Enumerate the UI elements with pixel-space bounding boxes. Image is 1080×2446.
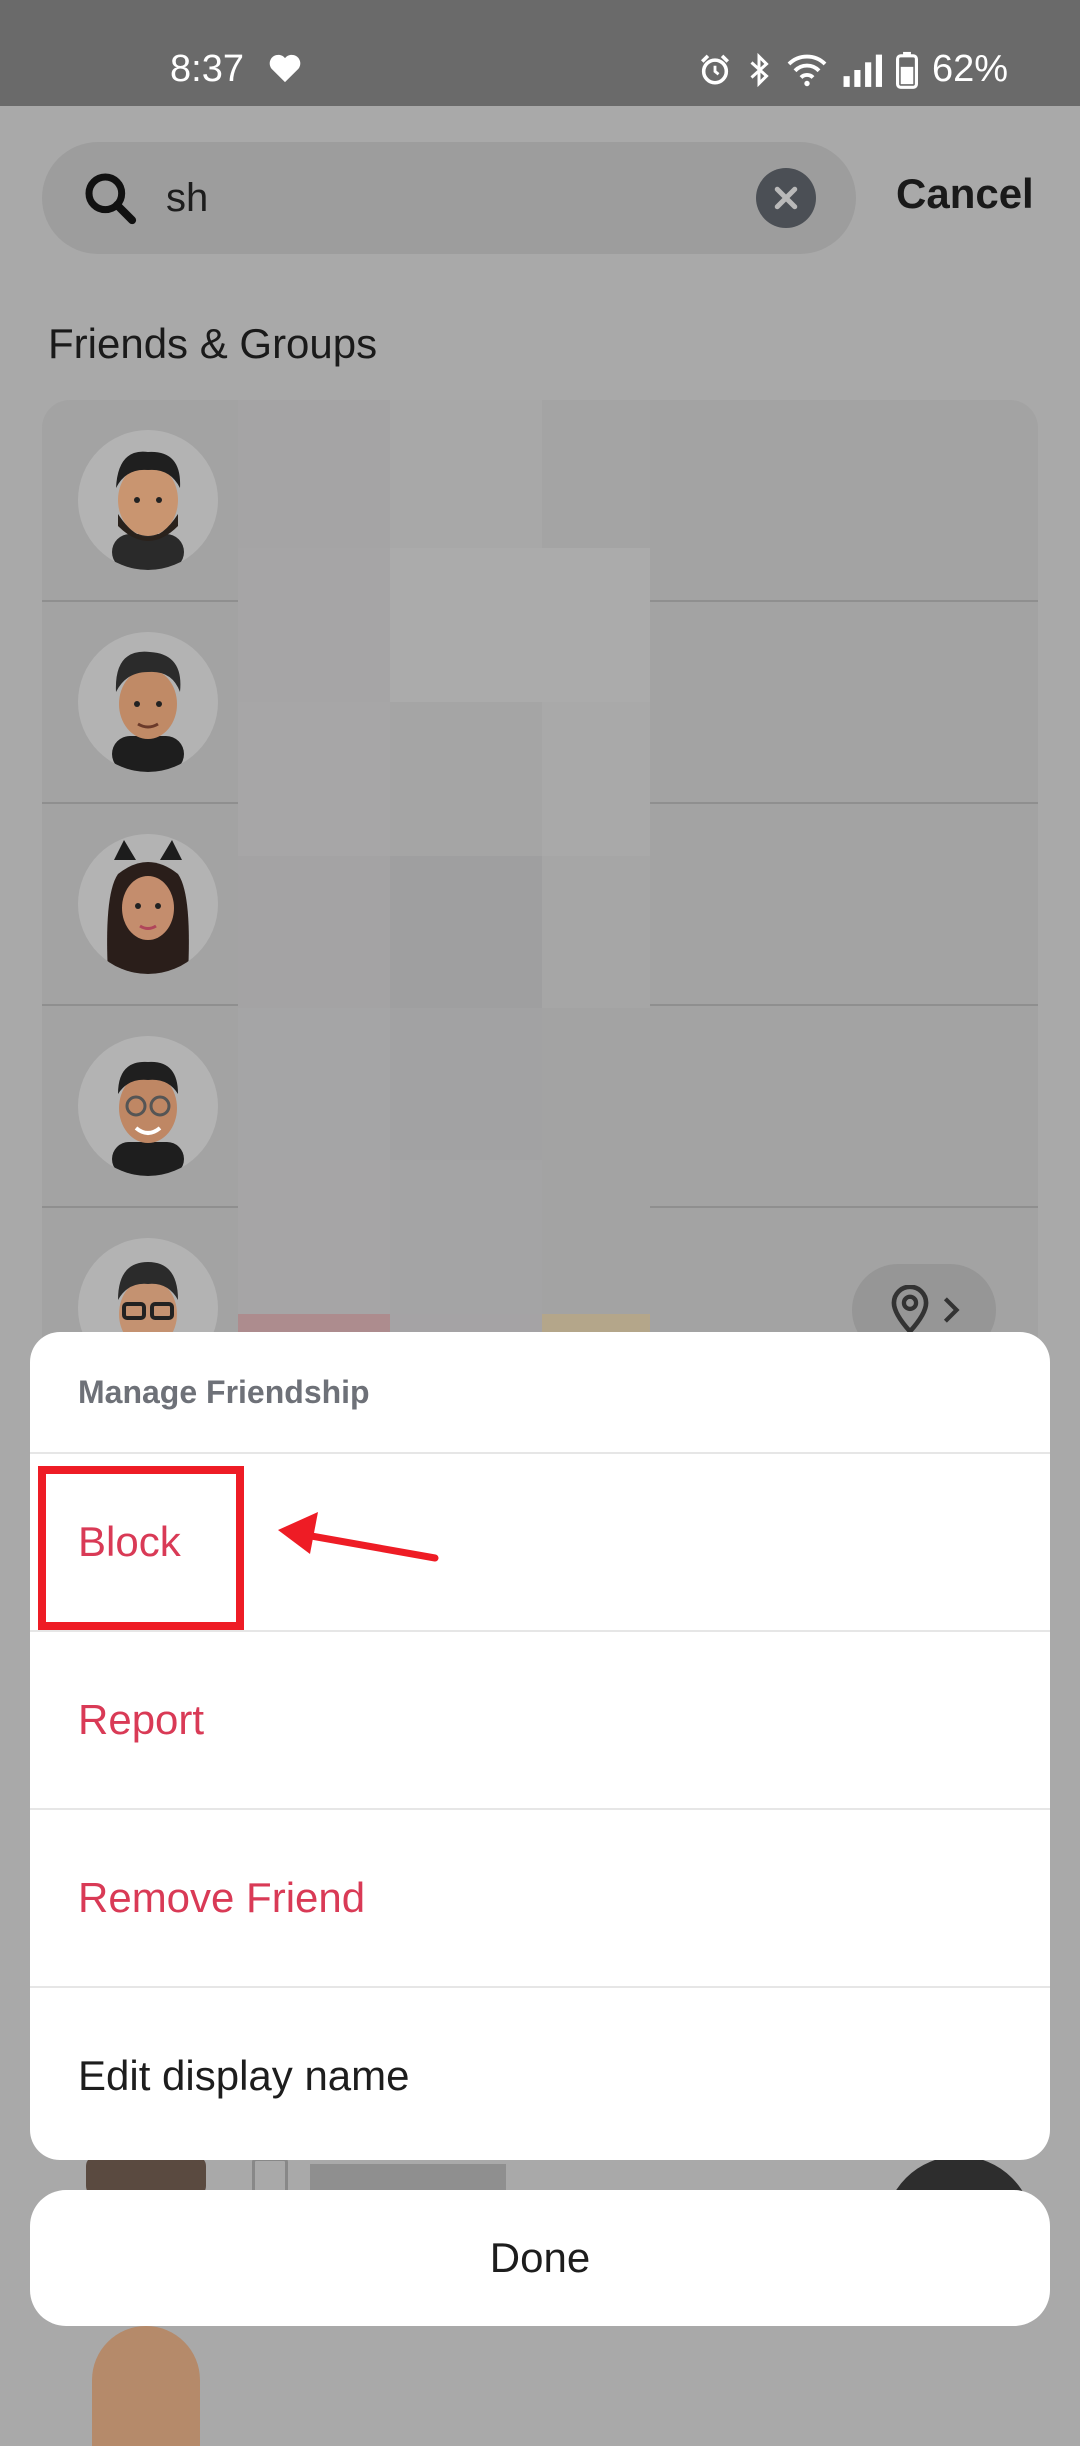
alarm-icon <box>700 54 729 85</box>
battery-percent: 62% <box>931 48 1008 90</box>
blurred-name <box>390 1008 542 1160</box>
blurred-name <box>542 702 650 856</box>
close-icon <box>774 186 798 210</box>
section-title: Friends & Groups <box>48 320 378 367</box>
signal-icon <box>843 54 882 87</box>
sheet-title: Manage Friendship <box>78 1374 370 1410</box>
list-item-partial <box>92 2326 200 2446</box>
blurred-name <box>238 400 390 548</box>
blurred-name <box>390 702 542 856</box>
battery-icon <box>895 51 918 89</box>
heart-icon <box>269 54 301 83</box>
clear-search-button[interactable] <box>756 168 816 228</box>
report-label: Report <box>78 1696 205 1743</box>
blurred-name <box>238 548 390 702</box>
map-pin-icon <box>891 1285 929 1335</box>
blurred-name <box>390 1160 542 1314</box>
search-bar[interactable] <box>42 142 856 254</box>
annotation-highlight-box <box>38 1466 244 1630</box>
blurred-name <box>390 548 650 702</box>
blurred-name <box>542 400 650 548</box>
status-bar: 8:37 62% <box>0 0 1080 106</box>
edit-display-name-button[interactable]: Edit display name <box>30 1988 1050 2160</box>
edit-display-name-label: Edit display name <box>78 2052 410 2099</box>
sheet-header: Manage Friendship <box>30 1332 1050 1454</box>
blurred-name <box>238 1160 390 1314</box>
search-icon <box>85 173 137 225</box>
blurred-name <box>542 856 650 1008</box>
blurred-name <box>238 856 390 1008</box>
status-time: 8:37 <box>170 48 244 90</box>
blurred-name <box>390 856 542 1008</box>
status-icons: 62% <box>698 48 1008 91</box>
blurred-name <box>390 400 542 548</box>
blurred-name <box>542 1008 650 1160</box>
search-input[interactable] <box>166 164 726 232</box>
avatar <box>78 834 218 974</box>
avatar <box>78 430 218 570</box>
cancel-button[interactable]: Cancel <box>896 170 1034 218</box>
annotation-arrow-icon <box>278 1512 439 1562</box>
avatar <box>78 1036 218 1176</box>
blurred-name <box>238 1008 390 1160</box>
manage-friendship-sheet: Manage Friendship Block Report Remove Fr… <box>30 1332 1050 2160</box>
chevron-right-icon <box>943 1297 960 1323</box>
avatar <box>78 632 218 772</box>
remove-friend-button[interactable]: Remove Friend <box>30 1810 1050 1988</box>
wifi-icon <box>787 54 827 86</box>
blurred-name <box>238 702 390 856</box>
blurred-name <box>542 1160 650 1314</box>
remove-friend-label: Remove Friend <box>78 1874 366 1921</box>
report-button[interactable]: Report <box>30 1632 1050 1810</box>
bluetooth-icon <box>750 52 769 87</box>
done-button[interactable]: Done <box>30 2190 1050 2326</box>
